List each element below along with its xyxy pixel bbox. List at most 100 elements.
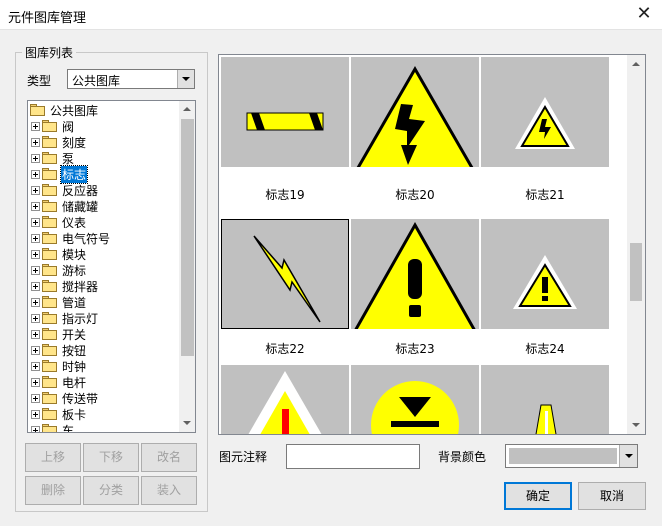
expand-plus-icon[interactable] [31,393,40,403]
tree-item[interactable]: 开关 [31,326,87,342]
symbol-caption: 标志24 [525,342,565,356]
tree-item-label: 开关 [62,327,87,342]
type-dropdown-button[interactable] [177,70,194,88]
gallery-scrollbar[interactable] [627,55,645,434]
tree-item[interactable]: 泵 [31,150,75,166]
small-high-voltage-icon [515,97,575,149]
expand-plus-icon[interactable] [31,345,40,355]
type-label: 类型 [27,74,52,88]
symbol-cell-19[interactable] [221,57,349,167]
folder-icon [42,200,57,212]
type-dropdown[interactable]: 公共图库 [67,69,195,89]
tree-item[interactable]: 刻度 [31,134,87,150]
expand-plus-icon[interactable] [31,169,40,179]
tree-item-label: 反应器 [62,183,99,198]
cancel-button[interactable]: 取消 [578,482,646,510]
symbol-cell-25[interactable] [221,365,349,434]
expand-plus-icon[interactable] [31,329,40,339]
high-voltage-warning-icon [356,65,474,167]
tree-item[interactable]: 模块 [31,246,87,262]
scroll-down-icon[interactable] [183,421,191,425]
tree-item[interactable]: 指示灯 [31,310,99,326]
expand-plus-icon[interactable] [31,233,40,243]
folder-open-icon [30,104,45,116]
close-icon[interactable]: ✕ [632,2,656,26]
scroll-up-icon[interactable] [183,107,191,111]
tree-scroll-thumb[interactable] [181,119,194,356]
expand-plus-icon[interactable] [31,137,40,147]
expand-plus-icon[interactable] [31,265,40,275]
expand-plus-icon[interactable] [31,313,40,323]
expand-plus-icon[interactable] [31,409,40,419]
expand-plus-icon[interactable] [31,121,40,131]
folder-icon [42,376,57,388]
tree-item[interactable]: 阀 [31,118,75,134]
move-up-button[interactable]: 上移 [25,443,81,472]
symbol-cell-27[interactable] [481,365,609,434]
folder-icon [42,216,57,228]
expand-plus-icon[interactable] [31,217,40,227]
tree-item[interactable]: 时钟 [31,358,87,374]
categorize-button[interactable]: 分类 [83,476,139,505]
tree-item[interactable]: 游标 [31,262,87,278]
expand-plus-icon[interactable] [31,185,40,195]
small-exclamation-icon [513,255,577,309]
tree-item-label: 游标 [62,263,87,278]
rename-button[interactable]: 改名 [141,443,197,472]
folder-icon [42,424,57,432]
tree-item-label: 时钟 [62,359,87,374]
tree-item-label: 按钮 [62,343,87,358]
folder-icon [42,344,57,356]
expand-plus-icon[interactable] [31,377,40,387]
yellow-disc-icon [371,381,459,434]
tree-item[interactable]: 板卡 [31,406,87,422]
tree-item[interactable]: 储藏罐 [31,198,99,214]
scroll-up-icon[interactable] [632,62,640,66]
folder-icon [42,184,57,196]
tree-item-label: 电杆 [62,375,87,390]
tree-item[interactable]: 仪表 [31,214,87,230]
folder-icon [42,280,57,292]
tree-item[interactable]: 反应器 [31,182,99,198]
chevron-down-icon [182,77,190,81]
expand-plus-icon[interactable] [31,361,40,371]
bg-color-dropdown[interactable] [505,444,638,468]
delete-button[interactable]: 删除 [25,476,81,505]
warning-triangle-icon [248,371,322,434]
bg-color-dropdown-button[interactable] [619,445,637,467]
move-down-button[interactable]: 下移 [83,443,139,472]
tree-item[interactable]: 电杆 [31,374,87,390]
folder-icon [42,232,57,244]
ok-button[interactable]: 确定 [504,482,572,510]
tree-scrollbar[interactable] [179,101,195,432]
symbol-cell-24[interactable] [481,219,609,329]
expand-plus-icon[interactable] [31,249,40,259]
annotation-input[interactable] [286,444,420,469]
window-title: 元件图库管理 [8,11,87,26]
tree-item[interactable]: 车 [31,422,75,432]
tree-item[interactable]: 传送带 [31,390,99,406]
expand-plus-icon[interactable] [31,297,40,307]
tree-item[interactable]: 搅拌器 [31,278,99,294]
expand-plus-icon[interactable] [31,153,40,163]
symbol-gallery[interactable]: 标志19 标志20 标志21 标志22 标志23 标志24 [218,54,646,435]
symbol-cell-22[interactable] [221,219,349,329]
tree-item[interactable]: 按钮 [31,342,87,358]
symbol-cell-20[interactable] [351,57,479,167]
symbol-cell-21[interactable] [481,57,609,167]
import-button[interactable]: 装入 [141,476,197,505]
library-tree[interactable]: 公共图库 阀刻度泵标志 反应器 储藏罐 仪表 电气符号 模块 游标 搅拌器 管道 指示灯 开关 按钮时… [27,100,196,433]
scroll-down-icon[interactable] [632,423,640,427]
type-dropdown-value: 公共图库 [72,74,121,88]
tree-root[interactable]: 公共图库 [30,102,99,118]
expand-plus-icon[interactable] [31,281,40,291]
tree-item[interactable]: 电气符号 [31,230,111,246]
symbol-cell-23[interactable] [351,219,479,329]
expand-plus-icon[interactable] [31,425,40,432]
expand-plus-icon[interactable] [31,201,40,211]
symbol-cell-26[interactable] [351,365,479,434]
tree-item[interactable]: 管道 [31,294,87,310]
tree-item-label: 指示灯 [62,311,99,326]
tree-item[interactable]: 标志 [31,164,89,184]
gallery-scroll-thumb[interactable] [630,243,642,301]
